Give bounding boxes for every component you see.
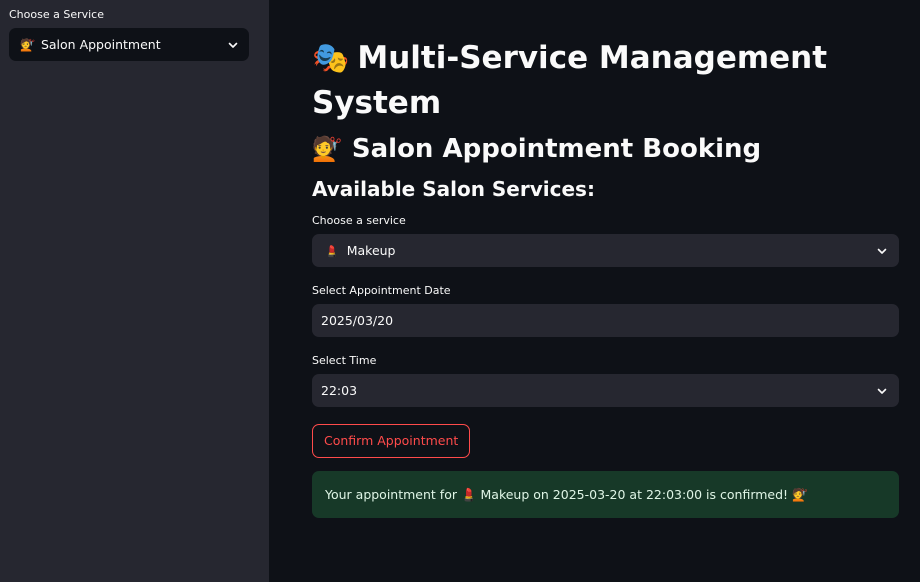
service-select[interactable]: 💄 Makeup (312, 234, 899, 267)
success-alert: Your appointment for 💄 Makeup on 2025-03… (312, 471, 899, 518)
salon-icon: 💇 (312, 135, 342, 163)
service-select-label: Choose a service (312, 214, 406, 227)
theater-masks-icon: 🎭 (312, 41, 350, 76)
time-select-value: 22:03 (321, 383, 358, 398)
page-title-text: Multi-Service Management System (312, 40, 828, 121)
salon-icon: 💇 (20, 38, 35, 52)
page-subtitle-text: Salon Appointment Booking (351, 134, 762, 164)
page-subtitle: 💇 Salon Appointment Booking (312, 132, 899, 166)
main-content: 🎭 Multi-Service Management System 💇 Salon … (269, 0, 920, 582)
lipstick-icon: 💄 (325, 245, 339, 258)
time-select[interactable]: 22:03 (312, 374, 899, 407)
app: Choose a Service 💇 Salon Appointment 🎭 Mul… (0, 0, 920, 582)
service-select-value: 💄 Makeup (321, 243, 396, 258)
service-select-text: Makeup (346, 243, 396, 258)
date-input-value: 2025/03/20 (321, 313, 394, 328)
chevron-down-icon (877, 388, 887, 394)
chevron-down-icon (877, 248, 887, 254)
service-type-select[interactable]: 💇 Salon Appointment (9, 28, 249, 61)
sidebar-label: Choose a Service (9, 8, 104, 21)
sidebar: Choose a Service 💇 Salon Appointment (0, 0, 269, 582)
confirm-appointment-button[interactable]: Confirm Appointment (312, 424, 471, 458)
success-alert-text: Your appointment for 💄 Makeup on 2025-03… (325, 486, 808, 502)
page-title: 🎭 Multi-Service Management System (312, 36, 872, 126)
date-input-label: Select Appointment Date (312, 284, 451, 297)
service-type-select-value: 💇 Salon Appointment (20, 37, 161, 52)
chevron-down-icon (228, 42, 238, 48)
date-input[interactable]: 2025/03/20 (312, 304, 899, 337)
time-select-label: Select Time (312, 354, 377, 367)
section-heading: Available Salon Services: (312, 177, 595, 201)
service-type-label: Salon Appointment (40, 37, 161, 52)
